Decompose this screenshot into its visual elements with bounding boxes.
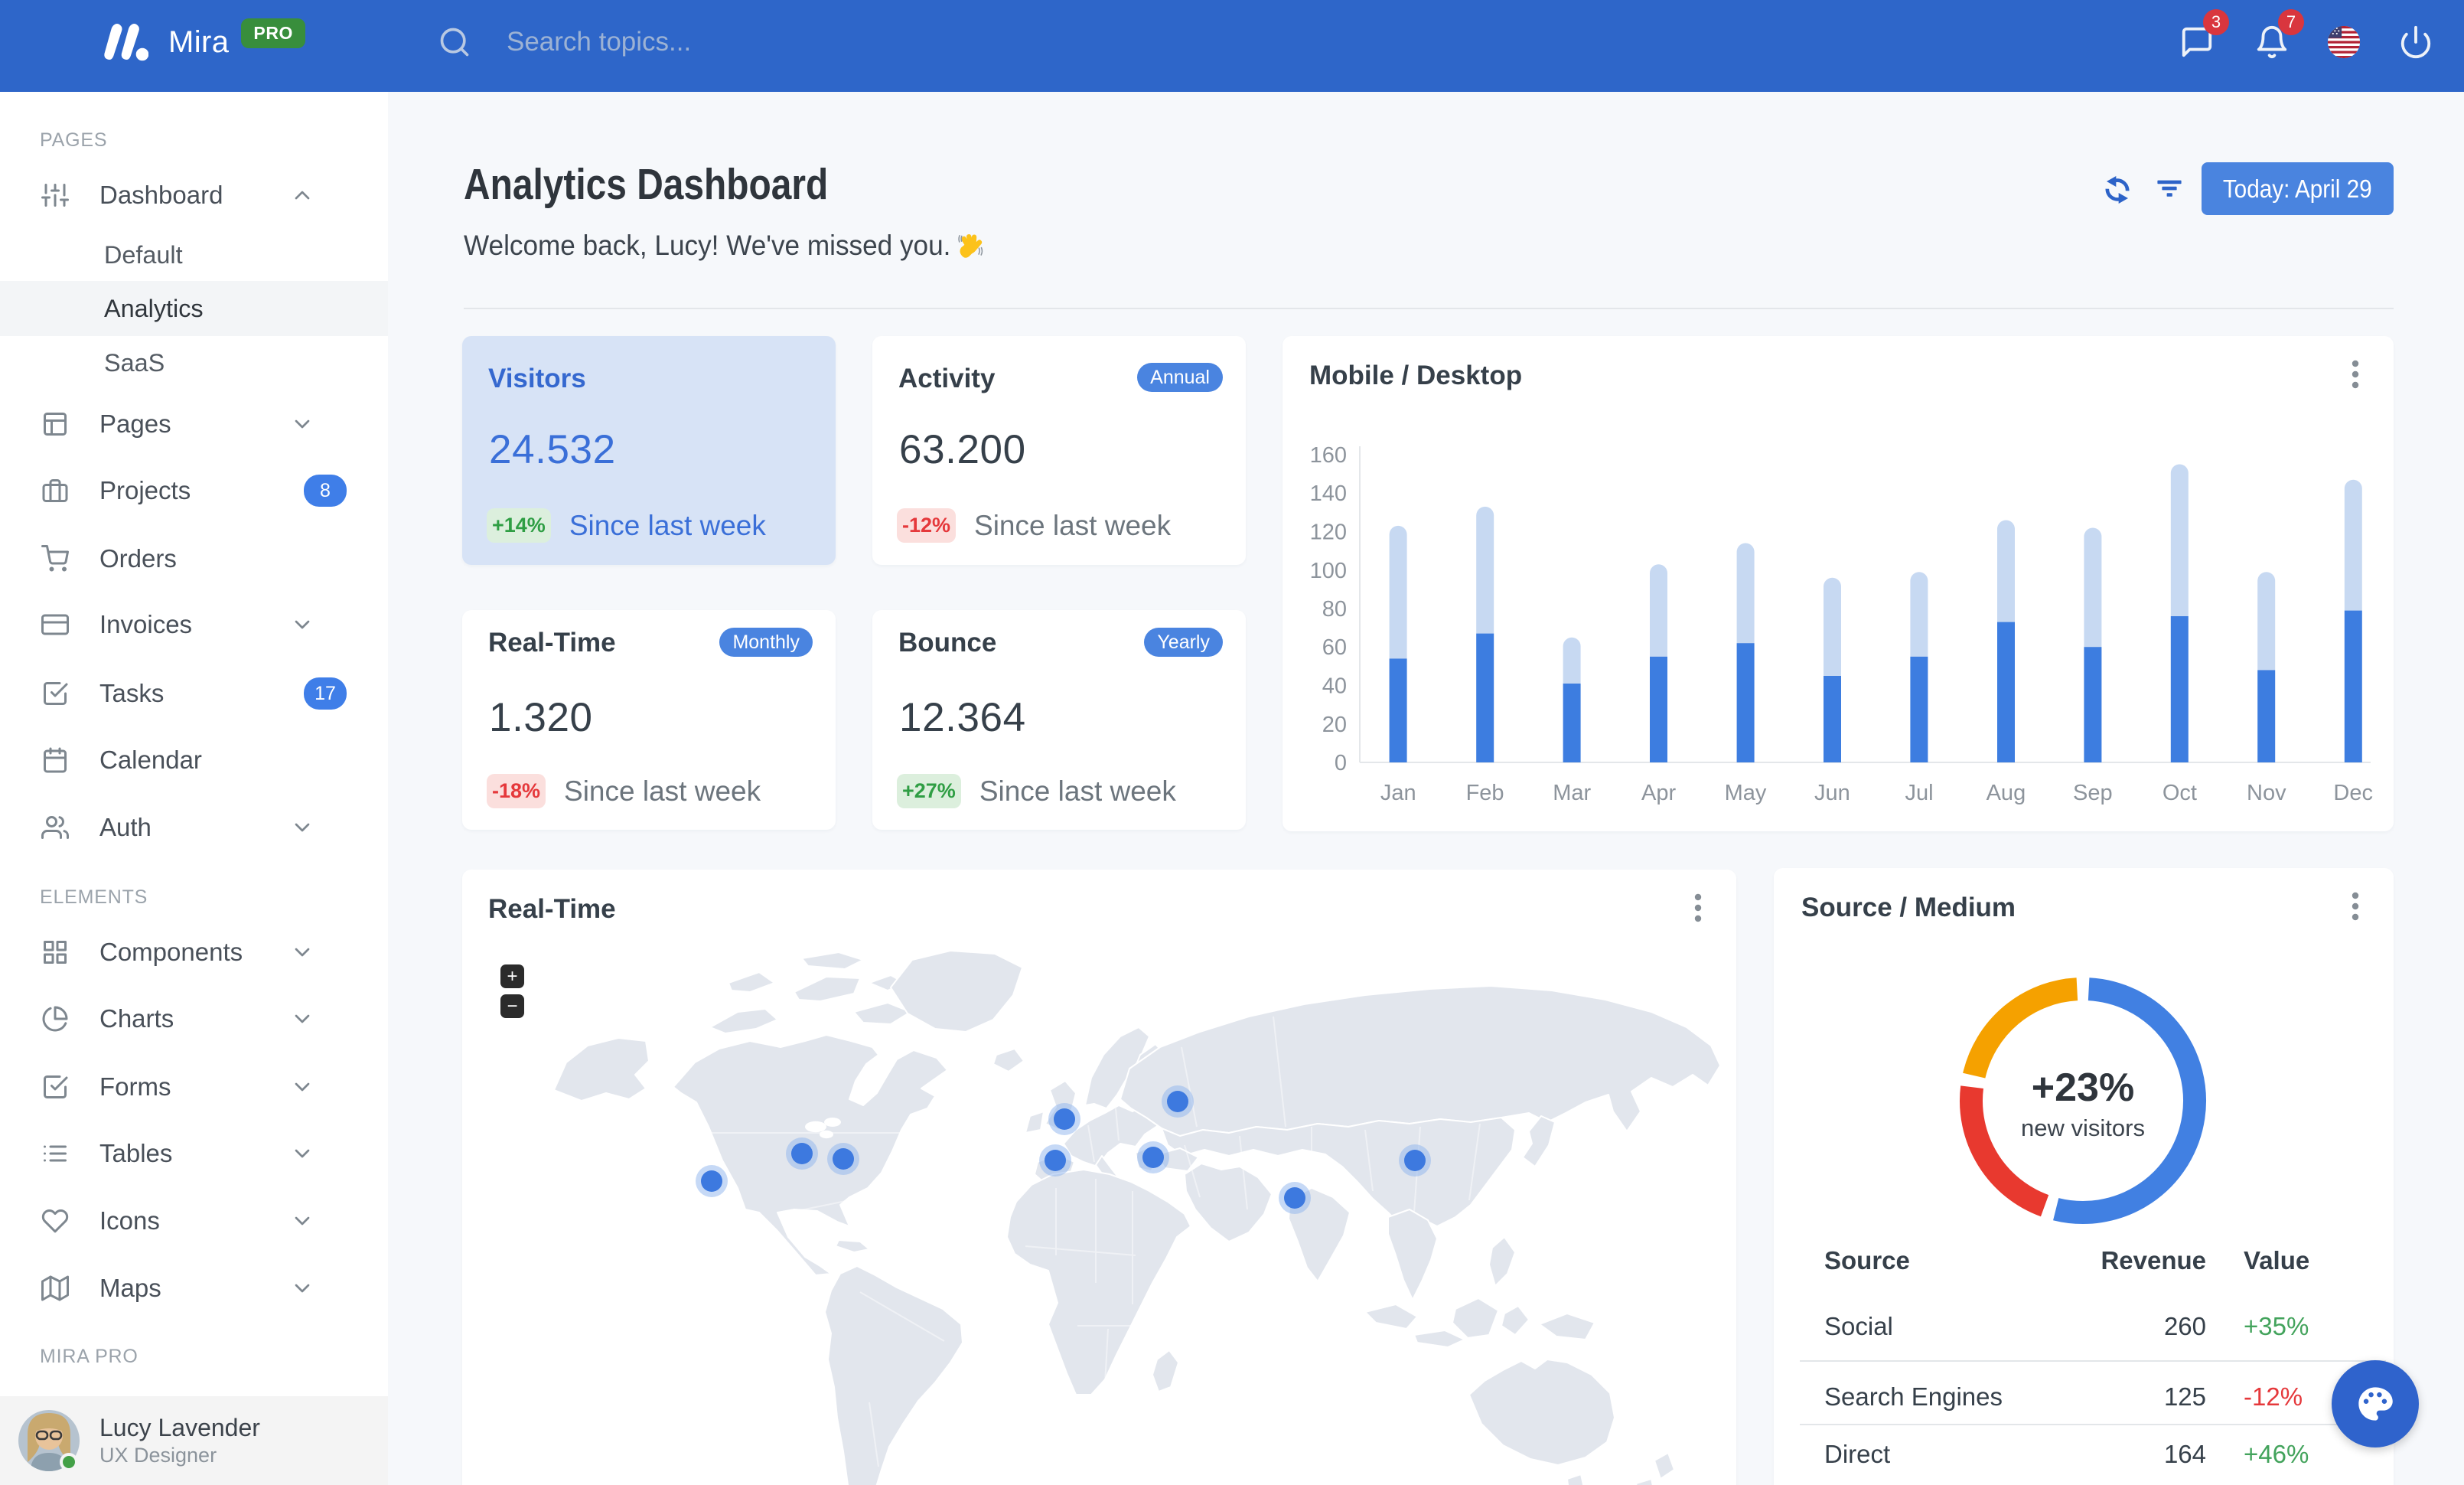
svg-text:Dec: Dec xyxy=(2333,781,2373,805)
svg-text:140: 140 xyxy=(1310,481,1347,506)
svg-text:Oct: Oct xyxy=(2163,781,2197,805)
svg-text:Apr: Apr xyxy=(1641,781,1676,805)
svg-text:100: 100 xyxy=(1310,559,1347,583)
svg-text:0: 0 xyxy=(1335,751,1347,775)
svg-text:20: 20 xyxy=(1322,713,1347,737)
svg-text:Sep: Sep xyxy=(2073,781,2113,805)
svg-text:40: 40 xyxy=(1322,674,1347,698)
svg-text:60: 60 xyxy=(1322,635,1347,660)
svg-text:Jun: Jun xyxy=(1814,781,1850,805)
svg-text:160: 160 xyxy=(1310,443,1347,468)
svg-text:80: 80 xyxy=(1322,597,1347,622)
svg-text:Jan: Jan xyxy=(1380,781,1416,805)
svg-text:Jul: Jul xyxy=(1905,781,1933,805)
svg-text:May: May xyxy=(1725,781,1767,805)
svg-text:Mar: Mar xyxy=(1553,781,1591,805)
svg-text:Aug: Aug xyxy=(1987,781,2026,805)
svg-text:Nov: Nov xyxy=(2247,781,2286,805)
svg-text:120: 120 xyxy=(1310,521,1347,545)
svg-text:Feb: Feb xyxy=(1466,781,1504,805)
